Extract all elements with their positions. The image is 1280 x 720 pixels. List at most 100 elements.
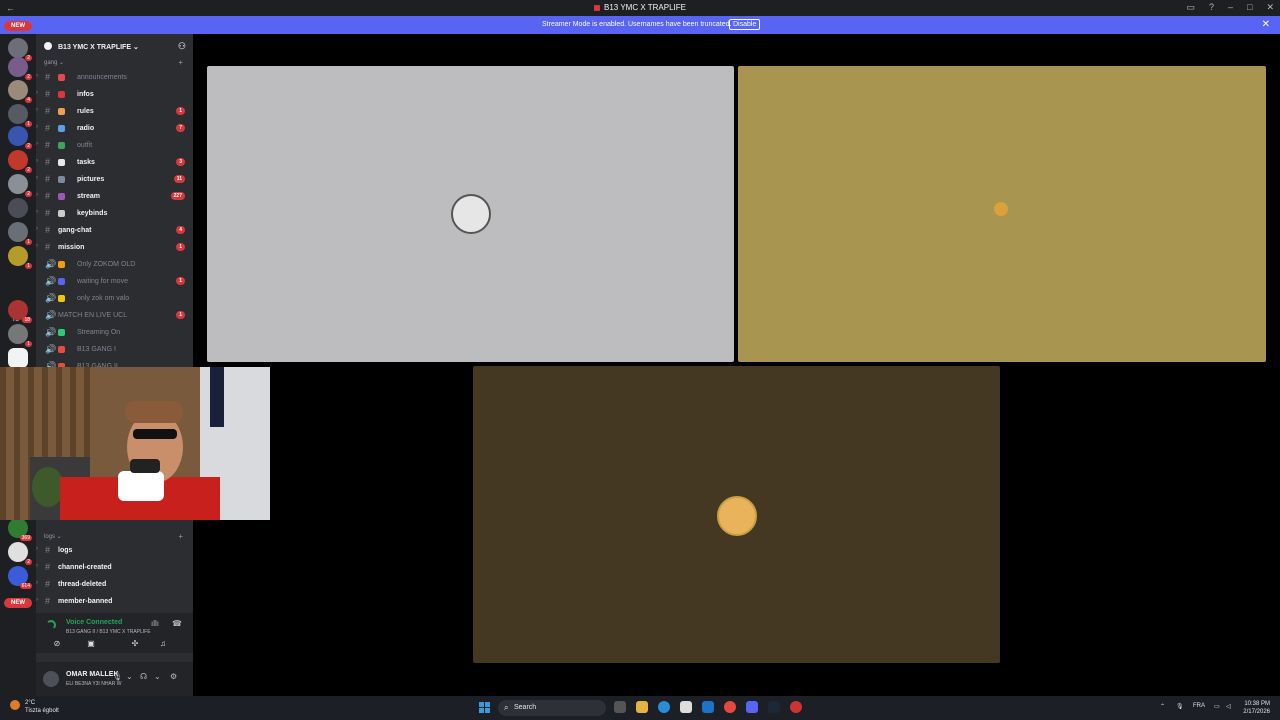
network-icon[interactable]: ▭ [1214,703,1220,710]
channel-item[interactable]: › # radio 7 [36,121,193,136]
disconnect-icon[interactable]: ☎ [172,619,182,628]
camera-off-icon[interactable]: ⊘ [40,639,74,651]
steam-icon[interactable] [768,701,780,713]
server-header[interactable]: B13 YMC X TRAPLIFE ⌄ ⚇ [36,34,193,58]
channel-item[interactable]: 🔊 waiting for move 1 [36,274,193,289]
channel-item[interactable]: › # logs [36,543,193,558]
file-explorer-icon[interactable] [636,701,648,713]
inbox-icon[interactable]: ▭ [1186,2,1195,13]
channel-item[interactable]: 🔊 B13 GANG I [36,342,193,357]
settings-gear-icon[interactable]: ⚙ [170,672,177,681]
channel-item[interactable]: › # pictures 11 [36,172,193,187]
channel-item[interactable]: 🔊 only zok om valo [36,291,193,306]
voice-status[interactable]: Voice Connected [66,619,122,626]
weather-widget[interactable] [10,700,23,710]
soundboard-icon[interactable]: ♫ [146,639,180,651]
chevron-right-icon[interactable]: › [36,124,38,130]
invite-people-icon[interactable]: ⚇ [178,41,186,52]
channel-item[interactable]: › # gang-chat 4 [36,223,193,238]
chevron-right-icon[interactable]: › [36,209,38,215]
participant-avatar[interactable] [451,194,491,234]
participant-avatar[interactable] [994,202,1008,216]
channel-item[interactable]: › # thread-deleted [36,577,193,592]
server-icon[interactable]: 1 [8,246,32,269]
server-icon[interactable] [8,198,28,218]
server-icon[interactable]: 1 [8,324,32,347]
maximize-button[interactable]: □ [1247,2,1252,13]
volume-icon[interactable]: ◁ [1226,703,1231,710]
chevron-right-icon[interactable]: › [36,546,38,552]
video-tile[interactable] [207,66,734,362]
server-icon[interactable]: 2 [8,542,32,565]
channel-item[interactable]: › # stream 227 [36,189,193,204]
server-icon-active[interactable] [8,348,28,368]
chevron-right-icon[interactable]: › [36,226,38,232]
headphones-options-icon[interactable]: ⌄ [154,672,161,681]
server-icon[interactable]: 2 [8,126,32,149]
channel-item[interactable]: › # rules 1 [36,104,193,119]
server-icon[interactable]: 18 [8,300,32,323]
chevron-right-icon[interactable]: › [36,243,38,249]
taskbar-clock[interactable]: 10:38 PM 2/17/2026 [1243,700,1270,716]
language-indicator[interactable]: FRA [1193,703,1205,709]
headphones-icon[interactable]: ☊ [140,672,147,681]
app-icon[interactable] [790,701,802,713]
chevron-right-icon[interactable]: › [36,175,38,181]
channel-item[interactable]: › # announcements [36,70,193,85]
close-window-button[interactable]: ✕ [1266,2,1274,13]
mic-icon[interactable]: 🎙 [112,672,122,681]
create-channel-icon[interactable]: + [178,58,183,67]
start-button[interactable] [479,702,491,714]
server-icon[interactable]: 2 [8,174,32,197]
chevron-right-icon[interactable]: › [36,563,38,569]
chevron-right-icon[interactable]: › [36,141,38,147]
channel-item[interactable]: 🔊 Only ZOKOM OLD [36,257,193,272]
screen-share-icon[interactable]: ▣ [74,639,108,651]
server-icon[interactable]: 4 [8,80,32,103]
channel-item[interactable]: 🔊 MATCH EN LIVE UCL 1 [36,308,193,323]
video-tile[interactable] [738,66,1266,362]
mic-options-icon[interactable]: ⌄ [126,672,133,681]
category-gang[interactable]: gang ⌄ [44,59,64,66]
channel-item[interactable]: › # channel-created [36,560,193,575]
channel-item[interactable]: 🔊 Streaming On [36,325,193,340]
channel-item[interactable]: › # member-banned [36,594,193,609]
channel-item[interactable]: › # tasks 3 [36,155,193,170]
channel-item[interactable]: › # outfit [36,138,193,153]
taskbar-search[interactable]: ⌕ Search [498,700,606,716]
channel-item[interactable]: › # keybinds [36,206,193,221]
user-avatar[interactable] [43,671,59,687]
chevron-right-icon[interactable]: › [36,580,38,586]
server-icon[interactable]: 2 [8,38,32,61]
weather-text[interactable]: 2°C Tiszta égbolt [25,699,59,715]
video-tile[interactable] [473,366,1000,663]
app-icon[interactable] [702,701,714,713]
server-icon[interactable]: 2 [8,150,32,173]
server-icon[interactable]: 369 [8,518,32,541]
server-icon[interactable]: 1 [8,104,32,127]
participant-avatar[interactable] [717,496,757,536]
server-icon[interactable]: 2 [8,57,32,80]
chevron-right-icon[interactable]: › [36,73,38,79]
chevron-right-icon[interactable]: › [36,158,38,164]
discord-icon[interactable] [746,701,758,713]
channel-item[interactable]: › # infos [36,87,193,102]
channel-item[interactable]: › # mission 1 [36,240,193,255]
create-channel-icon[interactable]: + [178,532,183,541]
task-view-icon[interactable] [614,701,626,713]
chevron-right-icon[interactable]: › [36,192,38,198]
chevron-right-icon[interactable]: › [36,597,38,603]
edge-icon[interactable] [658,701,670,713]
chevron-right-icon[interactable]: › [36,90,38,96]
username[interactable]: OMAR MALLEK [66,671,119,678]
voice-location[interactable]: B13 GANG II / B13 YMC X TRAPLIFE [66,629,151,635]
chevron-right-icon[interactable]: › [36,107,38,113]
category-logs[interactable]: logs ⌄ [44,533,62,540]
help-icon[interactable]: ? [1209,2,1214,13]
server-icon[interactable]: 614 [8,566,32,589]
minimize-button[interactable]: – [1228,2,1233,13]
mic-tray-icon[interactable]: 🎙 [1176,703,1184,710]
close-banner-icon[interactable]: ✕ [1262,19,1270,30]
store-icon[interactable] [680,701,692,713]
noise-suppression-icon[interactable]: ıllı [151,619,159,628]
